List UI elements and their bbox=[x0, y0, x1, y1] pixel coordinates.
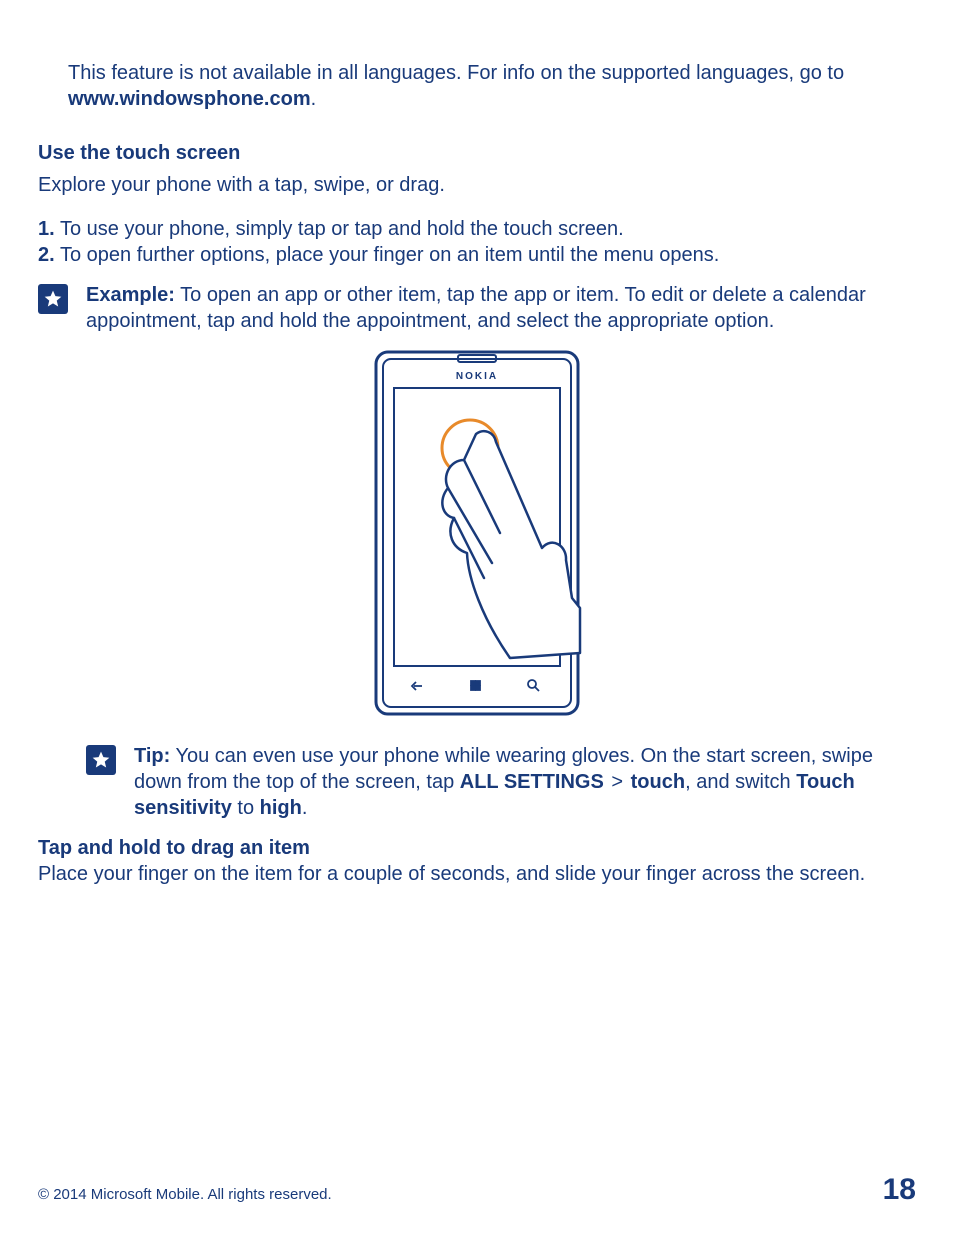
list-text: To use your phone, simply tap or tap and… bbox=[60, 216, 916, 242]
tip-sep: > bbox=[604, 771, 631, 793]
phone-brand-label: NOKIA bbox=[456, 371, 498, 382]
tip-callout: Tip: You can even use your phone while w… bbox=[38, 743, 916, 821]
page-number: 18 bbox=[883, 1170, 916, 1209]
tip-bold: ALL SETTINGS bbox=[460, 771, 604, 793]
list-number: 1. bbox=[38, 216, 60, 242]
tip-text: . bbox=[302, 797, 308, 819]
section-heading-tap-hold: Tap and hold to drag an item bbox=[38, 835, 916, 861]
list-text: To open further options, place your fing… bbox=[60, 242, 916, 268]
list-item: 2. To open further options, place your f… bbox=[38, 242, 916, 268]
section-body: Place your finger on the item for a coup… bbox=[38, 861, 916, 887]
intro-link[interactable]: www.windowsphone.com bbox=[68, 88, 311, 110]
list-number: 2. bbox=[38, 242, 60, 268]
star-icon bbox=[38, 284, 68, 314]
example-callout: Example: To open an app or other item, t… bbox=[38, 282, 916, 334]
example-label: Example: bbox=[86, 284, 175, 306]
example-text: To open an app or other item, tap the ap… bbox=[86, 284, 866, 332]
tip-text: to bbox=[232, 797, 260, 819]
tip-bold: touch bbox=[631, 771, 685, 793]
intro-suffix: . bbox=[311, 88, 317, 110]
section-heading-use-touch: Use the touch screen bbox=[38, 140, 916, 166]
tip-label: Tip: bbox=[134, 745, 170, 767]
phone-illustration: NOKIA bbox=[38, 348, 916, 725]
section-body: Explore your phone with a tap, swipe, or… bbox=[38, 172, 916, 198]
tip-text: , and switch bbox=[685, 771, 796, 793]
list-item: 1. To use your phone, simply tap or tap … bbox=[38, 216, 916, 242]
star-icon bbox=[86, 745, 116, 775]
page-footer: © 2014 Microsoft Mobile. All rights rese… bbox=[38, 1170, 916, 1209]
copyright-text: © 2014 Microsoft Mobile. All rights rese… bbox=[38, 1185, 332, 1205]
tip-bold: high bbox=[260, 797, 302, 819]
intro-text: This feature is not available in all lan… bbox=[68, 62, 844, 84]
steps-list: 1. To use your phone, simply tap or tap … bbox=[38, 216, 916, 268]
intro-paragraph: This feature is not available in all lan… bbox=[68, 60, 916, 112]
example-body: Example: To open an app or other item, t… bbox=[86, 282, 916, 334]
tip-body: Tip: You can even use your phone while w… bbox=[134, 743, 916, 821]
